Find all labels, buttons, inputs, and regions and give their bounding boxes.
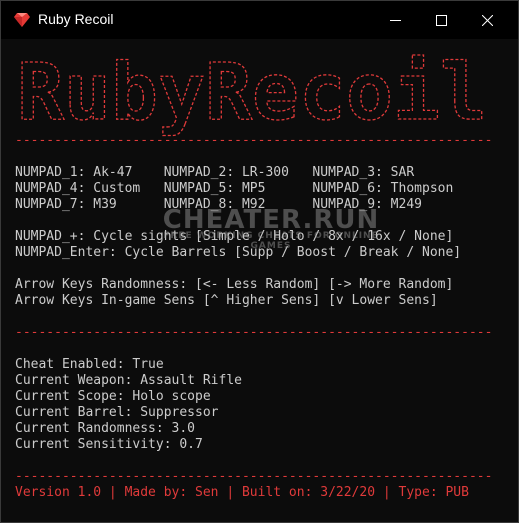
minimize-button[interactable] bbox=[372, 1, 418, 39]
status-enabled: Cheat Enabled: True bbox=[15, 357, 164, 372]
separator-bottom: ----------------------------------------… bbox=[15, 469, 493, 484]
close-button[interactable] bbox=[464, 1, 510, 39]
keys-row-3: NUMPAD_7: M39 NUMPAD_8: M92 NUMPAD_9: M2… bbox=[15, 197, 422, 212]
status-sensitivity: Current Sensitivity: 0.7 bbox=[15, 437, 203, 452]
window-title: Ruby Recoil bbox=[38, 11, 114, 27]
separator-middle: ----------------------------------------… bbox=[15, 325, 493, 340]
keys-plus: NUMPAD_+: Cycle sights [Simple / Holo / … bbox=[15, 229, 454, 244]
status-barrel: Current Barrel: Suppressor bbox=[15, 405, 219, 420]
status-scope: Current Scope: Holo scope bbox=[15, 389, 211, 404]
keys-row-1: NUMPAD_1: Ak-47 NUMPAD_2: LR-300 NUMPAD_… bbox=[15, 165, 415, 180]
title-bar[interactable]: Ruby Recoil bbox=[1, 1, 518, 39]
arrow-keys-sens: Arrow Keys In-game Sens [^ Higher Sens] … bbox=[15, 293, 438, 308]
console-window: Ruby Recoil RubyRecoil -----------------… bbox=[0, 0, 519, 523]
banner-text: RubyRecoil bbox=[17, 49, 487, 138]
keys-enter: NUMPAD_Enter: Cycle Barrels [Supp / Boos… bbox=[15, 245, 462, 260]
ascii-banner: RubyRecoil bbox=[17, 49, 488, 139]
close-icon bbox=[481, 14, 493, 26]
separator-top: ----------------------------------------… bbox=[15, 133, 493, 148]
arrow-keys-randomness: Arrow Keys Randomness: [<- Less Random] … bbox=[15, 277, 454, 292]
maximize-button[interactable] bbox=[418, 1, 464, 39]
ruby-gem-icon bbox=[14, 13, 30, 27]
status-weapon: Current Weapon: Assault Rifle bbox=[15, 373, 242, 388]
keys-row-2: NUMPAD_4: Custom NUMPAD_5: MP5 NUMPAD_6:… bbox=[15, 181, 454, 196]
maximize-icon bbox=[435, 14, 447, 26]
status-randomness: Current Randomness: 3.0 bbox=[15, 421, 196, 436]
minimize-icon bbox=[389, 19, 401, 21]
footer-info: Version 1.0 | Made by: Sen | Built on: 3… bbox=[15, 485, 469, 500]
console-output[interactable]: RubyRecoil -----------------------------… bbox=[1, 39, 518, 522]
